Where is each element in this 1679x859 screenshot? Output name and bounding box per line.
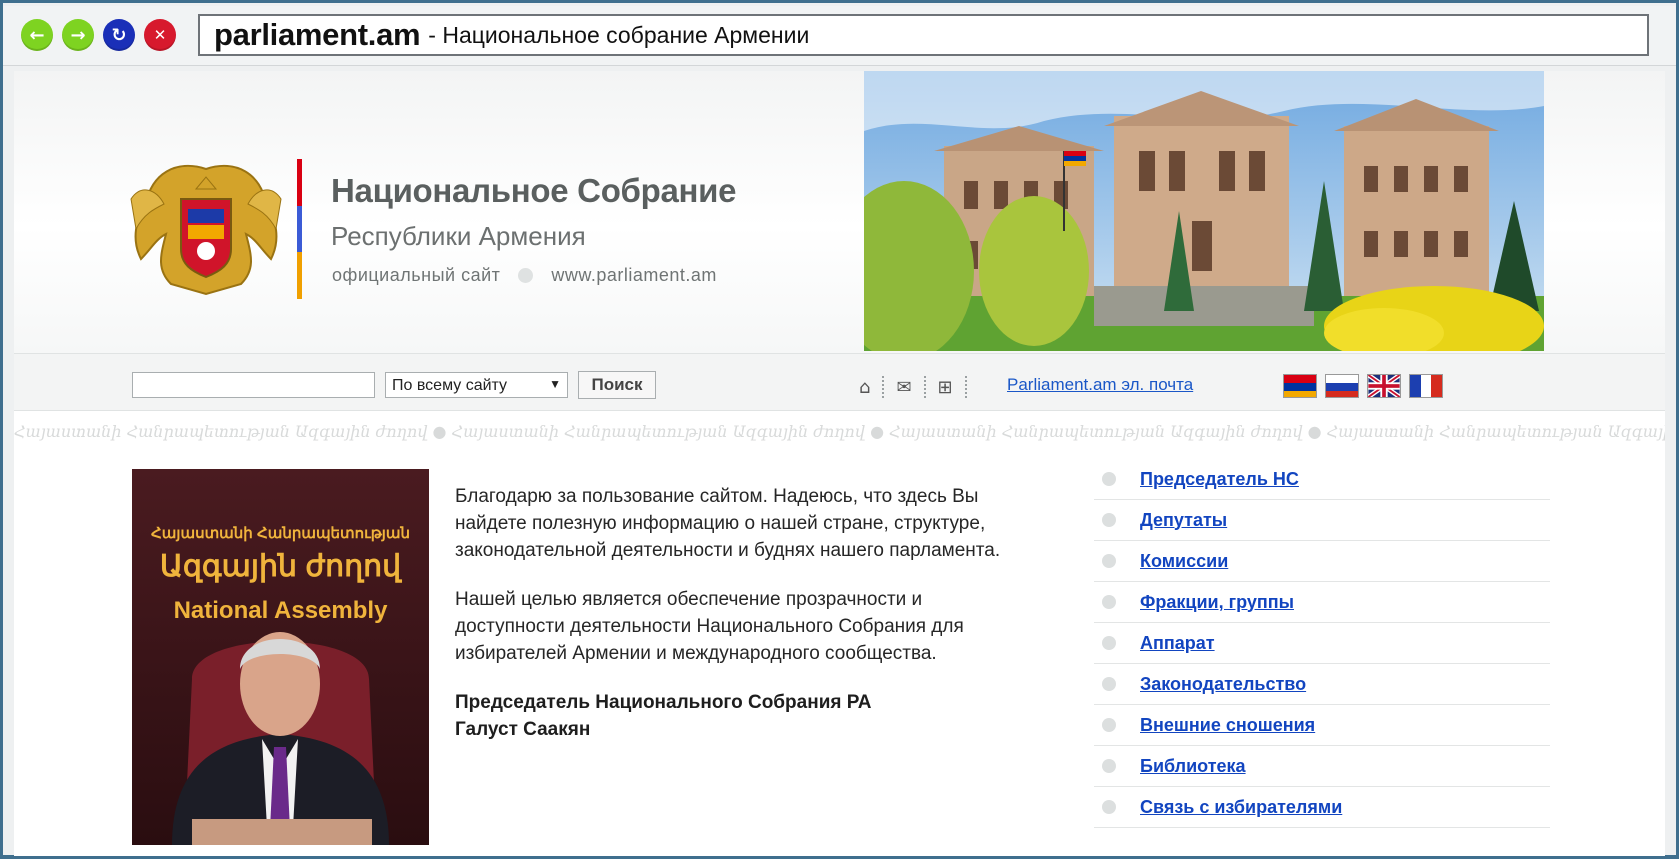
forward-button[interactable]: → <box>62 19 94 51</box>
bullet-icon <box>1102 554 1116 568</box>
menu-link[interactable]: Комиссии <box>1140 551 1228 572</box>
flag-armenian-icon[interactable] <box>1283 374 1317 398</box>
photo-caption-armenian: Ազգային ժողով <box>159 550 402 583</box>
close-icon: ✕ <box>153 26 167 44</box>
menu-link[interactable]: Внешние сношения <box>1140 715 1315 736</box>
separator-dot <box>518 268 534 283</box>
menu-link[interactable]: Законодательство <box>1140 674 1306 695</box>
menu-item[interactable]: Депутаты <box>1094 500 1550 541</box>
menu-item[interactable]: Фракции, группы <box>1094 582 1550 623</box>
bullet-icon <box>1102 800 1116 814</box>
mail-icon[interactable]: ✉ <box>896 377 911 398</box>
menu-item[interactable]: Законодательство <box>1094 664 1550 705</box>
speaker-photo: Հայաստանի Հանրապետության Ազգային ժողով N… <box>132 469 429 845</box>
dotted-separator <box>882 376 885 398</box>
dotted-separator <box>964 376 967 398</box>
browser-chrome: ← → ↻ ✕ parliament.am - Национальное соб… <box>3 6 1676 66</box>
home-icon[interactable]: ⌂ <box>859 377 870 398</box>
search-scope-value: По всему сайту <box>392 377 508 394</box>
search-toolbar: По всему сайту ▼ Поиск ⌂ ✉ ⊞ Parliament.… <box>14 353 1665 411</box>
flag-french-icon[interactable] <box>1409 374 1443 398</box>
menu-link[interactable]: Аппарат <box>1140 633 1215 654</box>
site-tagline: официальный сайт www.parliament.am <box>332 265 717 286</box>
welcome-paragraph-2: Нашей целью является обеспечение прозрач… <box>455 589 964 664</box>
tagline-official: официальный сайт <box>332 265 501 285</box>
photo-caption-english: National Assembly <box>173 597 388 624</box>
page-title: - Национальное собрание Армении <box>428 21 810 48</box>
address-bar[interactable]: parliament.am - Национальное собрание Ар… <box>198 14 1649 56</box>
dotted-separator <box>923 376 926 398</box>
search-button[interactable]: Поиск <box>578 371 656 399</box>
coat-of-arms-icon <box>130 164 282 296</box>
arrow-left-icon: ← <box>29 24 45 46</box>
signature-title: Председатель Национального Собрания РА <box>455 692 872 713</box>
toolbar-icons: ⌂ ✉ ⊞ <box>859 376 979 398</box>
menu-item[interactable]: Библиотека <box>1094 746 1550 787</box>
parliament-mail-link[interactable]: Parliament.am эл. почта <box>1007 375 1193 395</box>
web-page: Национальное Собрание Республики Армения… <box>14 71 1665 856</box>
site-title: Национальное Собрание <box>331 172 737 209</box>
parliament-building-image <box>864 71 1544 351</box>
sitemap-icon[interactable]: ⊞ <box>938 377 953 398</box>
bullet-icon <box>1102 759 1116 773</box>
address-domain: parliament.am <box>214 17 421 52</box>
signature-name: Галуст Саакян <box>455 719 591 740</box>
bullet-icon <box>1102 472 1116 486</box>
bullet-icon <box>1102 513 1116 527</box>
back-button[interactable]: ← <box>21 19 53 51</box>
bullet-icon <box>1102 677 1116 691</box>
flag-english-icon[interactable] <box>1367 374 1401 398</box>
site-header: Национальное Собрание Республики Армения… <box>14 71 1665 353</box>
refresh-button[interactable]: ↻ <box>103 19 135 51</box>
photo-caption-armenian-small: Հայաստանի Հանրապետության <box>151 525 410 542</box>
dropdown-arrow-icon: ▼ <box>549 377 561 391</box>
bullet-icon <box>1102 718 1116 732</box>
refresh-icon: ↻ <box>111 24 127 46</box>
menu-link[interactable]: Библиотека <box>1140 756 1246 777</box>
search-input[interactable] <box>132 372 375 398</box>
menu-link[interactable]: Связь с избирателями <box>1140 797 1342 818</box>
menu-link[interactable]: Председатель НС <box>1140 469 1299 490</box>
menu-item[interactable]: Аппарат <box>1094 623 1550 664</box>
watermark-strip: Հայաստանի Հանրապետության Ազգային ժողով ●… <box>14 422 1665 441</box>
arrow-right-icon: → <box>70 24 86 46</box>
stop-button[interactable]: ✕ <box>144 19 176 51</box>
welcome-text: Благодарю за пользование сайтом. Надеюсь… <box>455 483 1015 743</box>
flag-color-bar <box>297 159 302 299</box>
welcome-paragraph-1: Благодарю за пользование сайтом. Надеюсь… <box>455 486 1001 561</box>
site-subtitle: Республики Армения <box>331 221 586 251</box>
tagline-url: www.parliament.am <box>551 265 717 285</box>
menu-item[interactable]: Комиссии <box>1094 541 1550 582</box>
bullet-icon <box>1102 636 1116 650</box>
section-menu: Председатель НС Депутаты Комиссии Фракци… <box>1094 459 1550 828</box>
flag-russian-icon[interactable] <box>1325 374 1359 398</box>
menu-link[interactable]: Фракции, группы <box>1140 592 1294 613</box>
menu-item[interactable]: Внешние сношения <box>1094 705 1550 746</box>
bullet-icon <box>1102 595 1116 609</box>
menu-item[interactable]: Связь с избирателями <box>1094 787 1550 828</box>
search-scope-select[interactable]: По всему сайту ▼ <box>385 372 568 398</box>
menu-link[interactable]: Депутаты <box>1140 510 1227 531</box>
menu-item[interactable]: Председатель НС <box>1094 459 1550 500</box>
